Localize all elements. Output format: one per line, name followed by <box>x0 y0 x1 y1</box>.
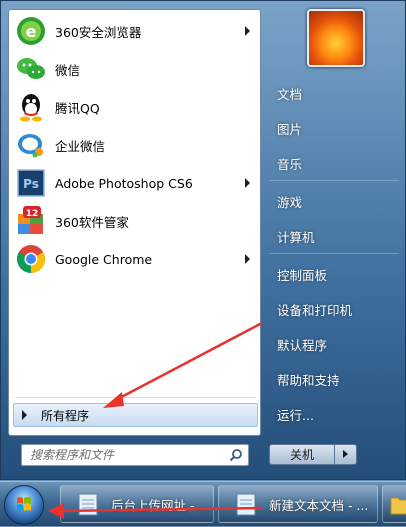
all-programs-label: 所有程序 <box>41 408 90 423</box>
360-browser-icon: e <box>15 15 47 47</box>
program-label: 微信 <box>55 62 81 78</box>
taskbar-button-label: 新建文本文档 - ... <box>269 497 369 513</box>
photoshop-icon: Ps <box>15 167 47 199</box>
divider <box>15 397 256 398</box>
wecom-icon <box>15 129 47 161</box>
program-item-photoshop[interactable]: Ps Adobe Photoshop CS6 <box>13 165 256 201</box>
wechat-icon <box>15 53 47 85</box>
program-item-chrome[interactable]: Google Chrome <box>13 241 256 277</box>
all-programs-button[interactable]: 所有程序 <box>13 403 258 427</box>
right-item-help-support[interactable]: 帮助和支持 <box>269 364 402 394</box>
program-label: Google Chrome <box>55 251 153 267</box>
qq-icon <box>15 91 47 123</box>
divider <box>269 253 399 254</box>
program-label: 企业微信 <box>55 138 106 154</box>
notepad-icon <box>78 493 98 516</box>
taskbar-button-label: 后台上传网址 - ... <box>111 497 211 513</box>
taskbar-button-upload[interactable]: 后台上传网址 - ... <box>60 485 214 523</box>
folder-icon <box>390 497 406 515</box>
start-button[interactable] <box>4 485 44 525</box>
right-item-computer[interactable]: 计算机 <box>269 221 402 251</box>
program-label: 360安全浏览器 <box>55 24 142 40</box>
program-item-360-software-manager[interactable]: 12 360软件管家 <box>13 203 256 239</box>
program-item-qq[interactable]: 腾讯QQ <box>13 89 256 125</box>
right-item-music[interactable]: 音乐 <box>269 148 402 178</box>
right-item-devices-printers[interactable]: 设备和打印机 <box>269 294 402 324</box>
search-input[interactable] <box>28 447 222 463</box>
notepad-icon <box>236 493 256 516</box>
divider <box>269 180 399 181</box>
expand-arrow-icon <box>22 410 27 420</box>
shutdown-button[interactable]: 关机 <box>269 444 335 465</box>
right-item-games[interactable]: 游戏 <box>269 186 402 216</box>
right-item-documents[interactable]: 文档 <box>269 78 402 108</box>
user-account-picture[interactable] <box>307 9 365 67</box>
submenu-arrow-icon <box>245 178 250 188</box>
badge-count: 12 <box>26 209 39 219</box>
chrome-icon <box>15 243 47 275</box>
right-item-run[interactable]: 运行... <box>269 399 402 429</box>
search-box[interactable] <box>21 444 249 466</box>
program-label: 360软件管家 <box>55 214 129 230</box>
program-label: Adobe Photoshop CS6 <box>55 175 193 191</box>
right-item-pictures[interactable]: 图片 <box>269 113 402 143</box>
taskbar: 后台上传网址 - ... 新建文本文档 - ... <box>0 481 406 526</box>
shutdown-options-button[interactable] <box>335 444 357 465</box>
taskbar-button-folder[interactable] <box>382 485 406 523</box>
right-item-default-programs[interactable]: 默认程序 <box>269 329 402 359</box>
start-menu: e 360安全浏览器 微信 腾讯QQ 企业微信 Ps Adobe Photosh… <box>0 0 406 480</box>
search-icon[interactable] <box>229 448 243 462</box>
taskbar-button-new-text-document[interactable]: 新建文本文档 - ... <box>218 485 378 523</box>
submenu-arrow-icon <box>245 26 250 36</box>
program-item-wecom[interactable]: 企业微信 <box>13 127 256 163</box>
svg-text:e: e <box>26 22 37 41</box>
windows-logo-icon <box>17 497 31 511</box>
submenu-arrow-icon <box>245 254 250 264</box>
program-label: 腾讯QQ <box>55 100 100 116</box>
program-item-360-browser[interactable]: e 360安全浏览器 <box>13 13 256 49</box>
search-area <box>8 439 261 477</box>
program-list-pane: e 360安全浏览器 微信 腾讯QQ 企业微信 Ps Adobe Photosh… <box>8 9 261 436</box>
program-item-wechat[interactable]: 微信 <box>13 51 256 87</box>
360-software-manager-icon: 12 <box>15 205 47 237</box>
right-item-control-panel[interactable]: 控制面板 <box>269 259 402 289</box>
svg-text:Ps: Ps <box>23 177 39 191</box>
